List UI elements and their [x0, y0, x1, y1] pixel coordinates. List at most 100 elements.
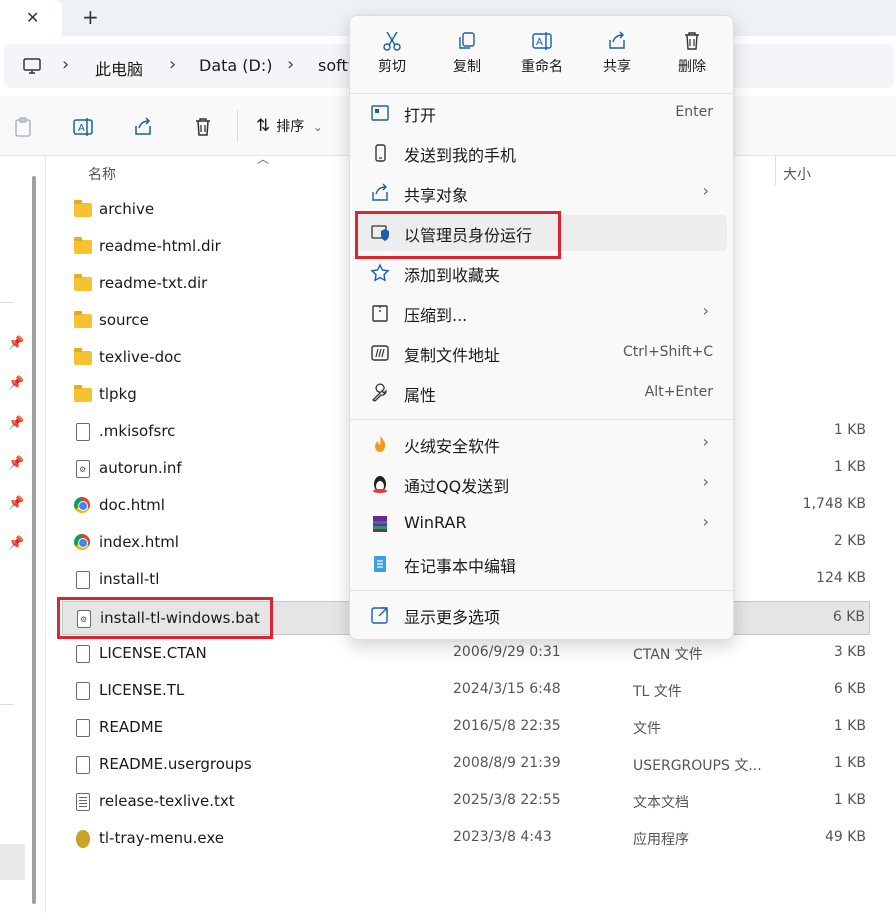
pin-icon[interactable]: 📌: [8, 336, 24, 351]
menu-item-label: 打开: [404, 106, 437, 125]
pin-icon[interactable]: 📌: [8, 536, 24, 551]
file-name: tlpkg: [99, 385, 137, 403]
divider: [0, 704, 14, 705]
close-tab-icon[interactable]: ✕: [26, 8, 39, 27]
share-label: 共享: [603, 59, 631, 75]
file-name: archive: [99, 200, 155, 218]
folder-icon: [74, 200, 92, 217]
file-date: 2025/3/8 22:55: [453, 792, 561, 808]
sort-icon: ⇅: [256, 116, 271, 136]
pin-icon[interactable]: 📌: [8, 376, 24, 391]
divider: [0, 302, 14, 303]
folder-icon: [74, 274, 92, 291]
nav-selected-item[interactable]: [0, 844, 25, 880]
file-row[interactable]: LICENSE.CTAN 2006/9/29 0:31 CTAN 文件 3 KB: [62, 637, 870, 671]
menu-item-shortcut: Alt+Enter: [644, 384, 713, 400]
file-icon: [76, 756, 90, 774]
context-menu-item[interactable]: 共享对象 ›: [356, 175, 727, 211]
notepad-icon: [374, 556, 386, 572]
breadcrumb-drive[interactable]: Data (D:): [199, 56, 272, 75]
context-menu-item[interactable]: 通过QQ发送到 ›: [356, 466, 727, 502]
file-size: 1 KB: [833, 459, 866, 475]
file-icon: [76, 423, 90, 441]
file-row[interactable]: LICENSE.TL 2024/3/15 6:48 TL 文件 6 KB: [62, 674, 870, 708]
file-row[interactable]: tl-tray-menu.exe 2023/3/8 4:43 应用程序 49 KB: [62, 822, 870, 856]
share-icon[interactable]: [132, 116, 154, 138]
chevron-right-icon: ›: [702, 472, 709, 491]
context-menu-item[interactable]: 发送到我的手机: [356, 135, 727, 171]
chevron-right-icon[interactable]: ›: [62, 54, 69, 75]
file-name: .mkisofsrc: [99, 422, 176, 440]
column-header-size[interactable]: 大小: [783, 164, 811, 184]
file-size: 124 KB: [816, 570, 866, 586]
scissors-icon: [383, 31, 401, 51]
context-menu-item[interactable]: 在记事本中编辑: [356, 546, 727, 582]
trash-icon[interactable]: [192, 116, 214, 138]
breadcrumb-this-pc[interactable]: 此电脑: [95, 56, 143, 80]
context-menu: 剪切 复制 A 重命名 共享 删除 打开 Enter 发送到我的手机 共享对象 …: [349, 15, 735, 640]
menu-item-label: 复制文件地址: [404, 346, 501, 365]
share-button[interactable]: 共享: [585, 26, 649, 86]
context-menu-item[interactable]: WinRAR ›: [356, 506, 727, 542]
file-icon: [76, 682, 90, 700]
delete-button[interactable]: 删除: [660, 26, 724, 86]
rename-icon[interactable]: A: [72, 116, 94, 138]
pin-icon[interactable]: 📌: [8, 496, 24, 511]
file-row[interactable]: release-texlive.txt 2025/3/8 22:55 文本文档 1 K…: [62, 785, 870, 819]
chevron-right-icon: ›: [702, 432, 709, 451]
file-icon: [76, 645, 90, 663]
chevron-right-icon[interactable]: ›: [169, 54, 176, 75]
chrome-icon: [74, 534, 90, 550]
context-menu-item[interactable]: 属性 Alt+Enter: [356, 375, 727, 411]
pin-icon[interactable]: 📌: [8, 416, 24, 431]
cut-button[interactable]: 剪切: [360, 26, 424, 86]
zip-icon: [372, 305, 388, 322]
rename-label: 重命名: [521, 59, 563, 75]
exe-icon: [76, 830, 90, 848]
new-tab-icon[interactable]: +: [82, 5, 99, 29]
column-header-name[interactable]: 名称: [88, 164, 116, 184]
share-icon: [609, 31, 625, 49]
sort-ascending-icon: ︿: [257, 152, 270, 166]
sort-label: 排序: [276, 119, 305, 135]
column-divider[interactable]: [775, 156, 776, 186]
copy-button[interactable]: 复制: [435, 26, 499, 86]
paste-icon[interactable]: [12, 116, 34, 138]
file-type: 文件: [633, 721, 661, 737]
file-name: README: [99, 718, 164, 736]
context-menu-item[interactable]: 火绒安全软件 ›: [356, 426, 727, 462]
chevron-right-icon: ›: [702, 181, 709, 200]
context-menu-item[interactable]: 显示更多选项: [356, 597, 727, 633]
trash-icon: [685, 32, 699, 50]
rename-button[interactable]: A 重命名: [510, 26, 574, 86]
file-name: doc.html: [99, 496, 165, 514]
file-name: tl-tray-menu.exe: [99, 829, 224, 847]
file-date: 2023/3/8 4:43: [453, 829, 552, 845]
file-row[interactable]: README 2016/5/8 22:35 文件 1 KB: [62, 711, 870, 745]
active-tab[interactable]: ✕: [0, 0, 62, 36]
svg-text:A: A: [536, 37, 543, 48]
scrollbar[interactable]: [32, 176, 36, 904]
file-name: install-tl: [99, 570, 160, 588]
copy-label: 复制: [453, 59, 481, 75]
folder-icon: [74, 348, 92, 365]
context-menu-item[interactable]: 打开 Enter: [356, 95, 727, 131]
highlight-box: [57, 597, 273, 639]
chevron-right-icon[interactable]: ›: [287, 54, 294, 75]
file-name: source: [99, 311, 149, 329]
pin-icon[interactable]: 📌: [8, 456, 24, 471]
menu-item-label: 显示更多选项: [404, 608, 501, 627]
context-menu-item[interactable]: 复制文件地址 Ctrl+Shift+C: [356, 335, 727, 371]
file-row[interactable]: README.usergroups 2008/8/9 21:39 USERGROUP…: [62, 748, 870, 782]
open-icon: [371, 105, 389, 121]
more-options-icon: [371, 607, 388, 624]
sort-button[interactable]: ⇅ 排序 ⌄: [256, 116, 323, 136]
file-name: LICENSE.CTAN: [99, 644, 207, 662]
context-menu-item[interactable]: 压缩到... ›: [356, 295, 727, 331]
file-type: 文本文档: [633, 795, 689, 811]
file-size: 1 KB: [833, 792, 866, 808]
folder-icon: [74, 311, 92, 328]
file-type: USERGROUPS 文...: [633, 758, 762, 774]
file-size: 49 KB: [824, 829, 866, 845]
context-menu-item[interactable]: 添加到收藏夹: [356, 255, 727, 291]
